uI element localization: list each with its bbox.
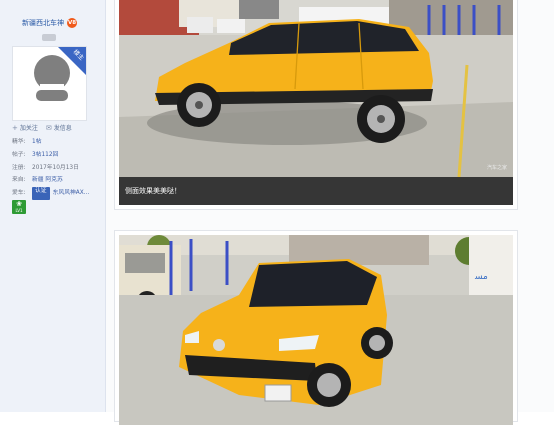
essence-value[interactable]: 1帖 [32,136,42,149]
register-date: 2017年10月13日 [32,164,79,171]
location-row: 来自: 新疆 阿克苏 [12,174,89,187]
user-actions: + 加关注 ✉ 发信息 [12,123,72,133]
register-row: 注册: 2017年10月13日 [12,162,89,175]
car-row: 爱车: 认证 东风风神AX... [12,187,89,200]
message-label: 发信息 [53,125,72,132]
post-image-frame-1: 汽车之家 侧面效果美美哒！ [114,0,518,210]
car-front-photo[interactable]: ﻣﺴ [119,235,513,425]
car-side-image [119,0,513,177]
sub-badge-icon [42,34,56,41]
post-image-frame-2: ﻣﺴ [114,230,518,425]
svg-text:ﻣﺴ: ﻣﺴ [474,272,488,282]
location-value[interactable]: 新疆 阿克苏 [32,174,63,187]
posts-value[interactable]: 3帖112回 [32,149,58,162]
photo-watermark: 汽车之家 [486,165,507,171]
posts-label: 帖子: [12,151,26,158]
photo-caption: 侧面效果美美哒！ [119,177,513,205]
username-link[interactable]: 新疆西北车神 [22,18,64,28]
message-button[interactable]: ✉ 发信息 [45,123,72,133]
post-content: 汽车之家 侧面效果美美哒！ ﻣﺴ [106,0,554,425]
register-label: 注册: [12,164,26,171]
user-info-panel: 新疆西北车神 V8 楼主 + 加关注 ✉ 发信息 精华: 1帖 帖子: 3帖11… [0,0,106,412]
location-label: 来自: [12,177,26,184]
essence-label: 精华: [12,139,26,145]
car-label: 爱车: [12,190,26,197]
level-medal-icon: ❀ LV1 [12,200,26,214]
medal-label: LV1 [15,208,23,213]
car-side-photo[interactable]: 汽车之家 [119,0,513,177]
avatar[interactable]: 楼主 [12,46,87,121]
follow-label: 加关注 [19,125,38,132]
username-row: 新疆西北车神 V8 [22,18,77,28]
posts-row: 帖子: 3帖112回 [12,149,89,162]
plus-icon: + [12,123,18,132]
level-badge: V8 [67,18,77,28]
message-icon: ✉ [45,123,52,132]
car-model-link[interactable]: 东风风神AX... [53,187,90,200]
user-stats: 精华: 1帖 帖子: 3帖112回 注册: 2017年10月13日 来自: 新疆… [12,136,89,200]
verified-badge: 认证 [32,187,50,200]
follow-button[interactable]: + 加关注 [12,123,38,133]
essence-row: 精华: 1帖 [12,136,89,149]
car-front-image: ﻣﺴ [119,235,513,425]
